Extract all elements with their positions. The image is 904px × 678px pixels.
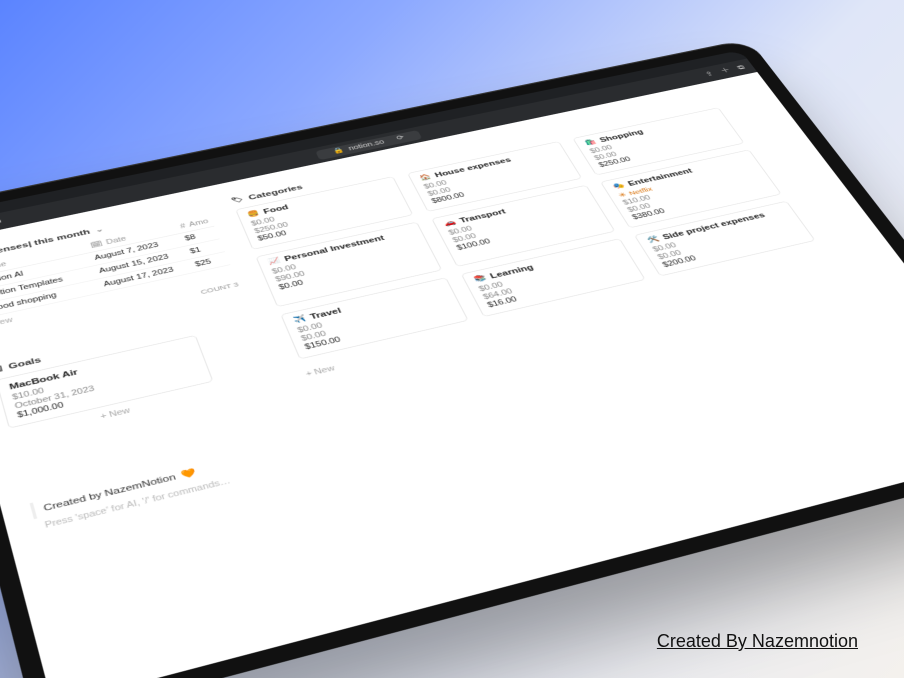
author-callout: Created by NazemNotion 🧡	[30, 438, 309, 519]
category-icon: 🍔	[247, 211, 261, 219]
tablet-frame: ▥ ‹ › ◐ 🔒 notion.so ⟳ ⇪ ＋	[0, 39, 904, 678]
category-icon: 🛍️	[584, 139, 598, 146]
goals-title: Goals	[8, 356, 43, 371]
add-tab-icon[interactable]: ＋	[719, 68, 732, 75]
heart-icon: 🧡	[180, 467, 198, 480]
chevron-down-icon[interactable]: ⌄	[94, 226, 104, 234]
category-icon: ✈️	[292, 316, 307, 325]
category-icon: 🛠️	[646, 236, 661, 244]
shield-icon[interactable]: ◐	[0, 218, 5, 226]
category-icon: 📚	[473, 275, 488, 284]
calendar-icon: 🗓	[90, 241, 104, 249]
gallery-icon: ▥	[0, 366, 3, 375]
category-icon: 📈	[267, 258, 281, 266]
tag-icon: 🏷	[231, 197, 245, 205]
share-icon[interactable]: ⇪	[704, 71, 715, 78]
lock-icon: 🔒	[332, 148, 346, 156]
category-icon: 🎭	[612, 183, 626, 191]
category-icon: 🚗	[443, 220, 457, 228]
refresh-icon[interactable]: ⟳	[396, 135, 406, 142]
credit-line: Created By Nazemnotion	[657, 631, 858, 652]
category-icon: 🏠	[419, 174, 433, 182]
notion-page: ▦ Expenses| this month ⌄ AaName 🗓Date # …	[0, 72, 904, 678]
tabs-icon[interactable]: ⧉	[736, 65, 746, 72]
